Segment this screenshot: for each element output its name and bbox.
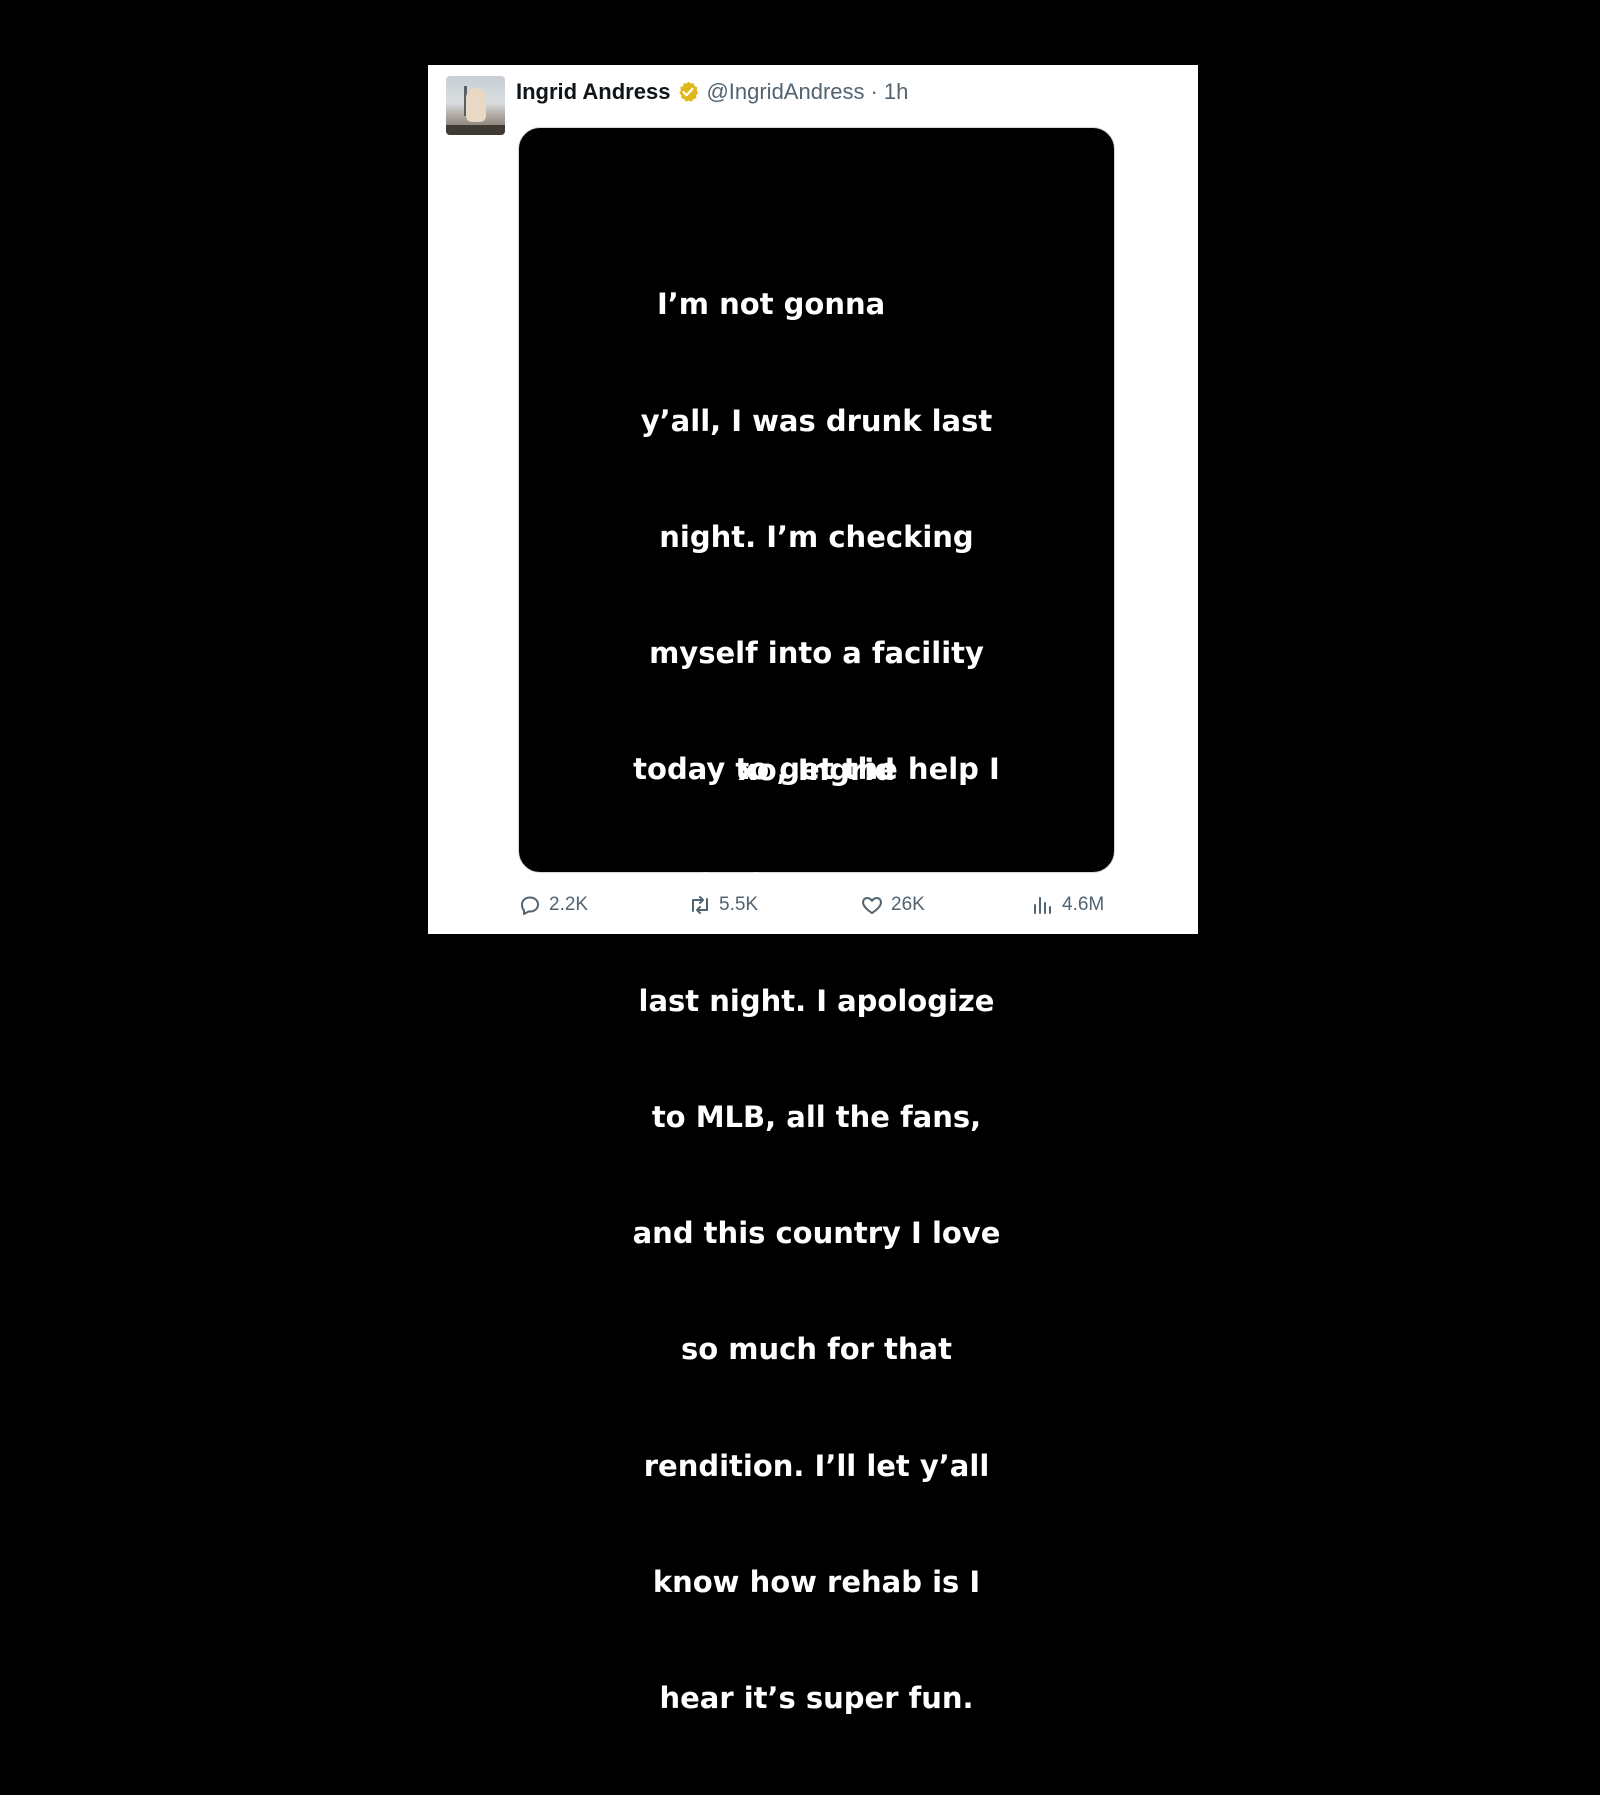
- media-line: to MLB, all the fans,: [651, 1100, 982, 1135]
- media-line: know how rehab is I: [652, 1564, 981, 1599]
- tweet-time[interactable]: 1h: [884, 79, 908, 105]
- views-button[interactable]: 4.6M: [1031, 893, 1104, 917]
- media-signoff: xo, Ingrid: [738, 753, 895, 787]
- media-line: hear it’s super fun.: [659, 1680, 974, 1715]
- author-name[interactable]: Ingrid Andress: [516, 79, 670, 105]
- meta-separator: ·: [870, 79, 878, 104]
- author-handle[interactable]: @IngridAndress: [706, 79, 864, 105]
- heart-icon: [862, 897, 882, 914]
- like-count: 26K: [891, 894, 925, 915]
- reply-count: 2.2K: [549, 894, 589, 915]
- view-count: 4.6M: [1062, 894, 1105, 915]
- reply-button[interactable]: 2.2K: [518, 893, 588, 917]
- views-icon: [1034, 897, 1051, 914]
- media-line: myself into a facility: [649, 635, 984, 670]
- avatar-ground: [446, 125, 505, 135]
- author-avatar[interactable]: [446, 76, 505, 135]
- tweet-card: Ingrid Andress @IngridAndress · 1h I’m n…: [428, 65, 1198, 1715]
- media-line: night. I’m checking: [659, 519, 974, 554]
- reply-icon: [521, 896, 539, 915]
- like-button[interactable]: 26K: [860, 893, 925, 917]
- media-line: so much for that: [681, 1332, 952, 1367]
- tweet-media-image[interactable]: I’m not gonna y’all, I was drunk last ni…: [518, 127, 1115, 1715]
- retweet-count: 5.5K: [719, 894, 759, 915]
- avatar-person: [466, 88, 486, 122]
- tweet-header: Ingrid Andress @IngridAndress · 1h: [516, 78, 908, 106]
- media-line: and this country I love: [632, 1216, 1001, 1251]
- media-line: I’m not gonna: [657, 287, 886, 322]
- media-line: rendition. I’ll let y’all: [643, 1448, 990, 1483]
- media-line: last night. I apologize: [638, 984, 995, 1019]
- tweet-actions: 2.2K 5.5K 26K 4.6M: [518, 893, 1118, 923]
- media-statement: I’m not gonna y’all, I was drunk last ni…: [519, 208, 1114, 1795]
- media-line: y’all, I was drunk last: [640, 403, 993, 438]
- retweet-icon: [692, 896, 708, 914]
- retweet-button[interactable]: 5.5K: [688, 893, 758, 917]
- verified-badge-icon[interactable]: [676, 80, 700, 104]
